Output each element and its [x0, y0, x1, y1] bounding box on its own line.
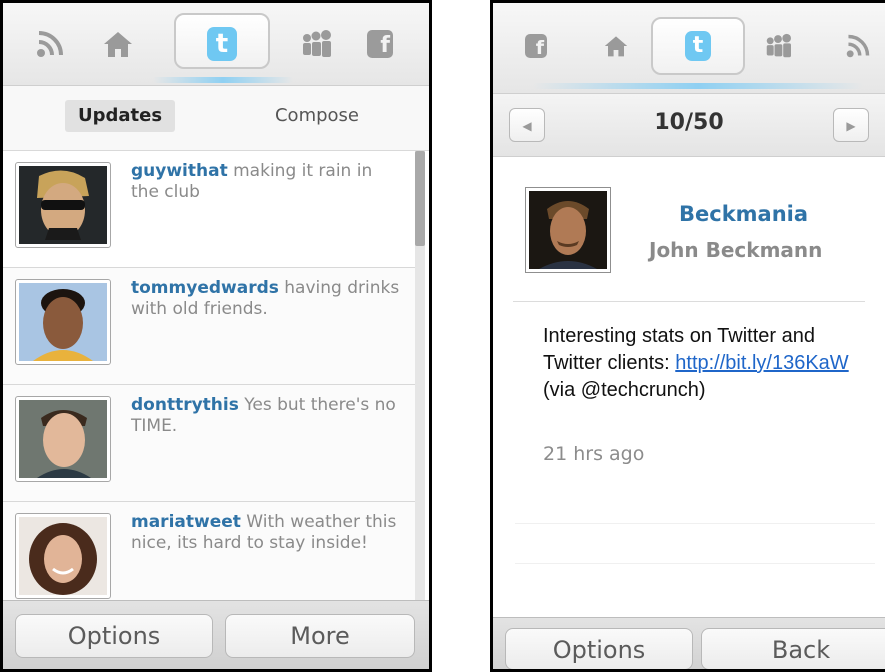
next-arrow-icon[interactable]: ▶	[833, 108, 869, 142]
options-button[interactable]: Options	[15, 614, 213, 658]
scrollbar-thumb[interactable]	[415, 151, 425, 246]
myspace-icon[interactable]	[761, 29, 795, 63]
tweet-username[interactable]: guywithat	[131, 161, 228, 181]
tweet-item[interactable]: tommyedwards having drinks with old frie…	[3, 268, 415, 385]
softkey-bar: Options Back	[493, 617, 885, 669]
tweet-username[interactable]: mariatweet	[131, 512, 241, 532]
page-counter: 10/50	[654, 110, 724, 135]
tab-compose[interactable]: Compose	[257, 100, 377, 132]
avatar-beckmania	[529, 191, 607, 269]
divider	[515, 523, 875, 524]
divider	[513, 301, 865, 302]
facebook-icon[interactable]: f	[363, 27, 397, 61]
avatar	[15, 162, 111, 248]
detail-username[interactable]: Beckmania	[679, 202, 808, 226]
tweet-username[interactable]: donttrythis	[131, 395, 239, 415]
home-icon[interactable]	[599, 29, 633, 63]
softkey-bar: Options More	[3, 600, 429, 669]
home-icon[interactable]	[101, 27, 135, 61]
tweet-detail-screen: f t ◀ 10/50 ▶ Beckmania John Beckmann In…	[490, 0, 885, 672]
avatar-donttrythis	[19, 400, 107, 478]
active-glow	[533, 83, 863, 89]
more-button[interactable]: More	[225, 614, 415, 658]
twitter-icon[interactable]: t	[205, 27, 239, 61]
avatar	[15, 396, 111, 482]
pager-bar: ◀ 10/50 ▶	[493, 94, 885, 157]
tweet-item[interactable]: guywithat making it rain in the club	[3, 151, 415, 268]
avatar-guywithat	[19, 166, 107, 244]
tweet-username[interactable]: tommyedwards	[131, 278, 279, 298]
back-button[interactable]: Back	[701, 628, 885, 669]
options-button[interactable]: Options	[505, 628, 693, 669]
tweet-link[interactable]: http://bit.ly/136KaW	[675, 352, 848, 374]
updates-screen: t f Updates Compose guywithat making it …	[0, 0, 432, 672]
twitter-icon[interactable]: t	[681, 29, 715, 63]
tweet-text-block: tommyedwards having drinks with old frie…	[131, 278, 405, 320]
rss-icon[interactable]	[33, 27, 67, 61]
tweet-list: guywithat making it rain in the club tom…	[3, 151, 415, 601]
avatar	[15, 279, 111, 365]
tweet-text-block: donttrythis Yes but there's no TIME.	[131, 395, 405, 437]
tweet-body: Interesting stats on Twitter and Twitter…	[543, 323, 863, 404]
tweet-item[interactable]: donttrythis Yes but there's no TIME.	[3, 385, 415, 502]
tab-updates[interactable]: Updates	[65, 100, 175, 132]
tweet-item[interactable]: mariatweet With weather this nice, its h…	[3, 502, 415, 601]
rss-icon[interactable]	[841, 29, 875, 63]
tweet-text-block: mariatweet With weather this nice, its h…	[131, 512, 405, 554]
avatar	[525, 187, 611, 273]
tweet-text-block: guywithat making it rain in the club	[131, 161, 405, 203]
myspace-icon[interactable]	[299, 27, 333, 61]
active-glow	[153, 77, 293, 83]
facebook-icon[interactable]: f	[519, 29, 553, 63]
service-icon-bar: f t	[493, 3, 885, 94]
tweet-body-suffix: (via @techcrunch)	[543, 379, 706, 401]
avatar-tommyedwards	[19, 283, 107, 361]
tweet-timestamp: 21 hrs ago	[543, 443, 645, 465]
view-tabs: Updates Compose	[3, 86, 429, 151]
avatar	[15, 513, 111, 599]
service-icon-bar: t f	[3, 3, 429, 86]
detail-full-name: John Beckmann	[649, 238, 823, 262]
divider	[515, 563, 875, 564]
avatar-mariatweet	[19, 517, 107, 595]
